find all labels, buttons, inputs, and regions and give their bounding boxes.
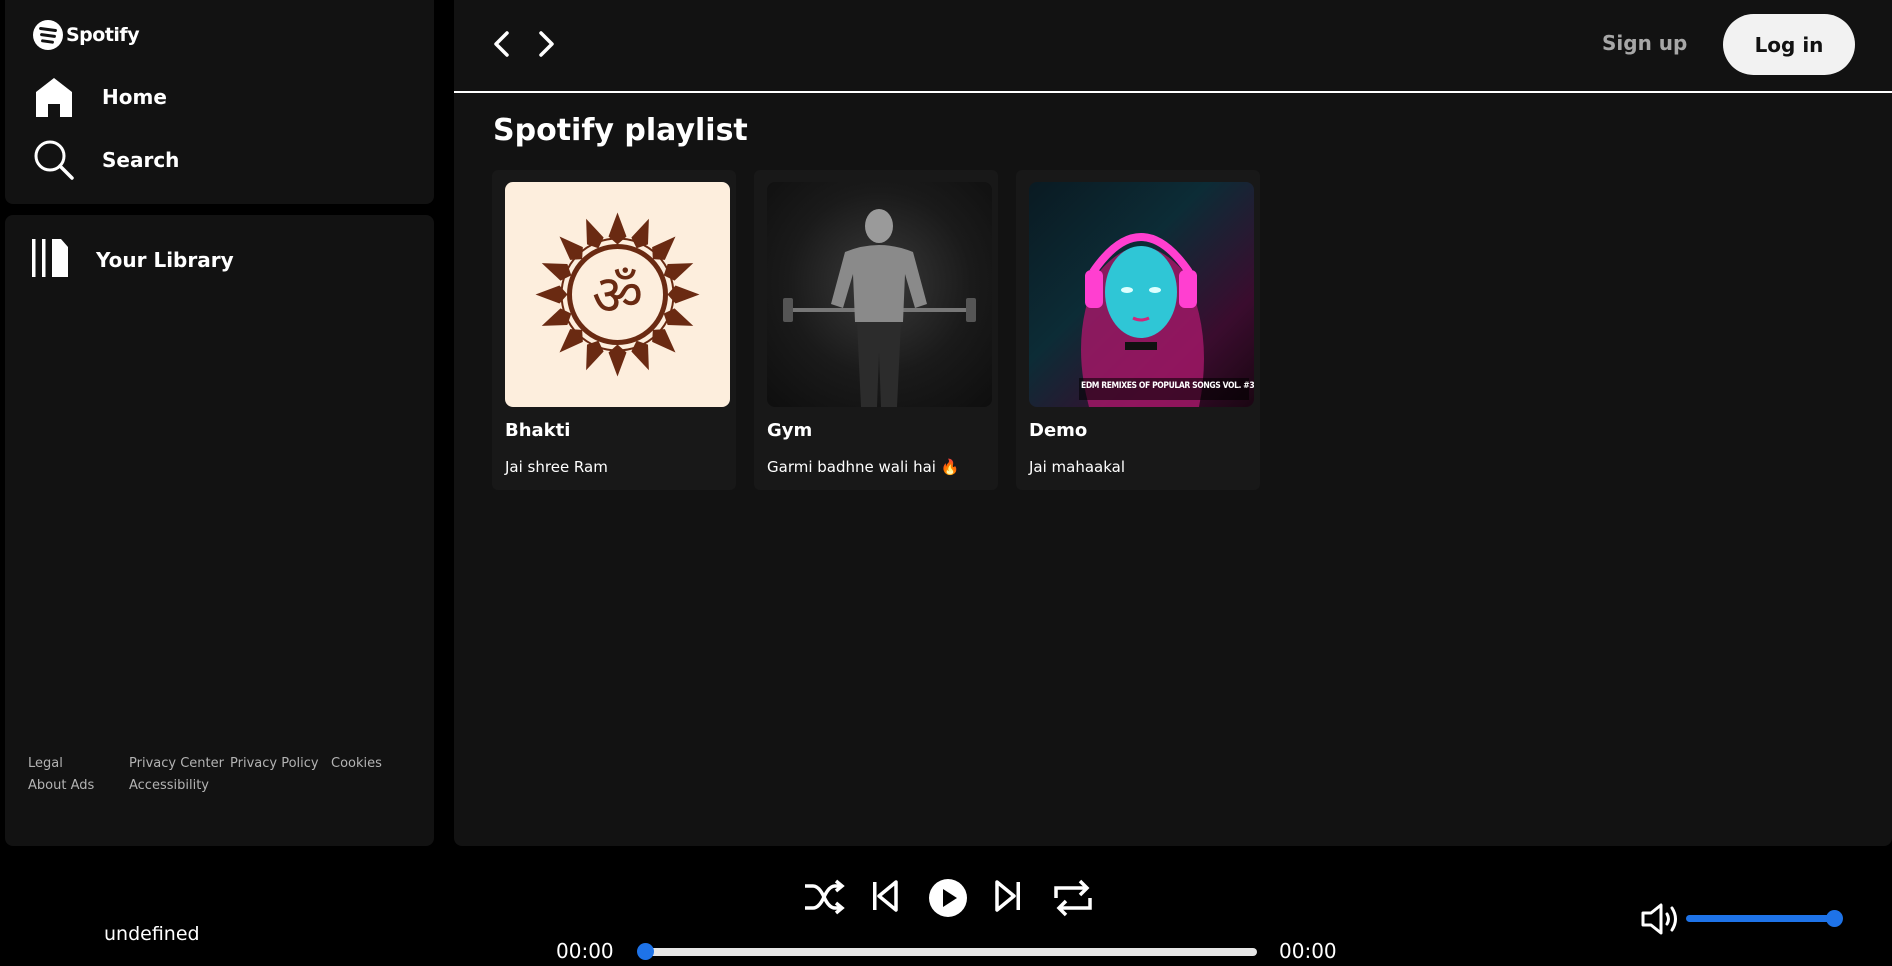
back-arrow-icon[interactable]: [488, 28, 516, 60]
nav-home[interactable]: Home: [33, 76, 167, 118]
om-mandala-cover: ॐ: [505, 182, 730, 407]
nav-your-library[interactable]: Your Library: [30, 237, 234, 283]
library-icon: [30, 237, 70, 283]
previous-icon[interactable]: [870, 878, 900, 918]
headphones-girl-cover: EDM REMIXES OF POPULAR SONGS VOL. #3: [1029, 182, 1254, 407]
volume-icon[interactable]: [1640, 902, 1684, 940]
cover-text: EDM REMIXES OF POPULAR SONGS VOL. #3: [1081, 381, 1254, 391]
sidebar-nav: Spotify Home Search: [5, 0, 434, 204]
section-title: Spotify playlist: [493, 113, 748, 148]
seek-thumb[interactable]: [637, 943, 654, 960]
spotify-app: Spotify Home Search Your Library Legal P…: [0, 0, 1892, 966]
svg-text:ॐ: ॐ: [592, 264, 643, 329]
current-time: 00:00: [556, 939, 614, 963]
card-title: Gym: [767, 420, 813, 441]
footer-link-privacy-center[interactable]: Privacy Center: [129, 756, 230, 771]
nav-library-label: Your Library: [96, 248, 234, 272]
duration-time: 00:00: [1279, 939, 1337, 963]
footer-link-legal[interactable]: Legal: [28, 756, 129, 771]
repeat-icon[interactable]: [1052, 878, 1094, 922]
signup-button[interactable]: Sign up: [1602, 31, 1687, 55]
gym-cover: [767, 182, 992, 407]
playlist-card-bhakti[interactable]: ॐ Bhakti Jai shree Ram: [492, 170, 736, 490]
spotify-wordmark: Spotify: [66, 24, 140, 46]
nav-home-label: Home: [102, 85, 167, 109]
spotify-logo-icon: [33, 20, 63, 50]
seek-bar[interactable]: [643, 948, 1257, 956]
spotify-logo[interactable]: Spotify: [33, 20, 140, 50]
nav-search[interactable]: Search: [33, 139, 179, 181]
search-icon: [33, 139, 75, 181]
volume-slider[interactable]: [1686, 915, 1836, 922]
footer-link-privacy-policy[interactable]: Privacy Policy: [230, 756, 331, 771]
main-content: Sign up Log in Spotify playlist ॐ Bhakti…: [454, 0, 1892, 846]
card-title: Demo: [1029, 420, 1088, 441]
card-subtitle: Jai shree Ram: [505, 458, 608, 476]
now-playing-title: undefined: [104, 923, 200, 945]
playlist-card-demo[interactable]: EDM REMIXES OF POPULAR SONGS VOL. #3 Dem…: [1016, 170, 1260, 490]
card-subtitle: Jai mahaakal: [1029, 458, 1126, 476]
card-subtitle: Garmi badhne wali hai 🔥: [767, 458, 960, 476]
shuffle-icon[interactable]: [803, 878, 845, 920]
play-icon[interactable]: [929, 879, 967, 921]
footer-link-accessibility[interactable]: Accessibility: [129, 778, 230, 793]
top-bar: Sign up Log in: [454, 0, 1892, 93]
footer-link-about-ads[interactable]: About Ads: [28, 778, 129, 793]
volume-thumb[interactable]: [1826, 910, 1843, 927]
next-icon[interactable]: [993, 878, 1023, 918]
player-bar: undefined 00:00 00:00: [0, 846, 1892, 966]
nav-search-label: Search: [102, 148, 180, 172]
playlist-card-gym[interactable]: Gym Garmi badhne wali hai 🔥: [754, 170, 998, 490]
forward-arrow-icon[interactable]: [532, 28, 560, 60]
card-title: Bhakti: [505, 420, 571, 441]
footer-link-cookies[interactable]: Cookies: [331, 756, 421, 771]
home-icon: [33, 76, 75, 118]
library-panel: Your Library Legal Privacy Center Privac…: [5, 215, 434, 846]
login-button[interactable]: Log in: [1723, 14, 1855, 75]
footer-links: Legal Privacy Center Privacy Policy Cook…: [28, 756, 428, 793]
